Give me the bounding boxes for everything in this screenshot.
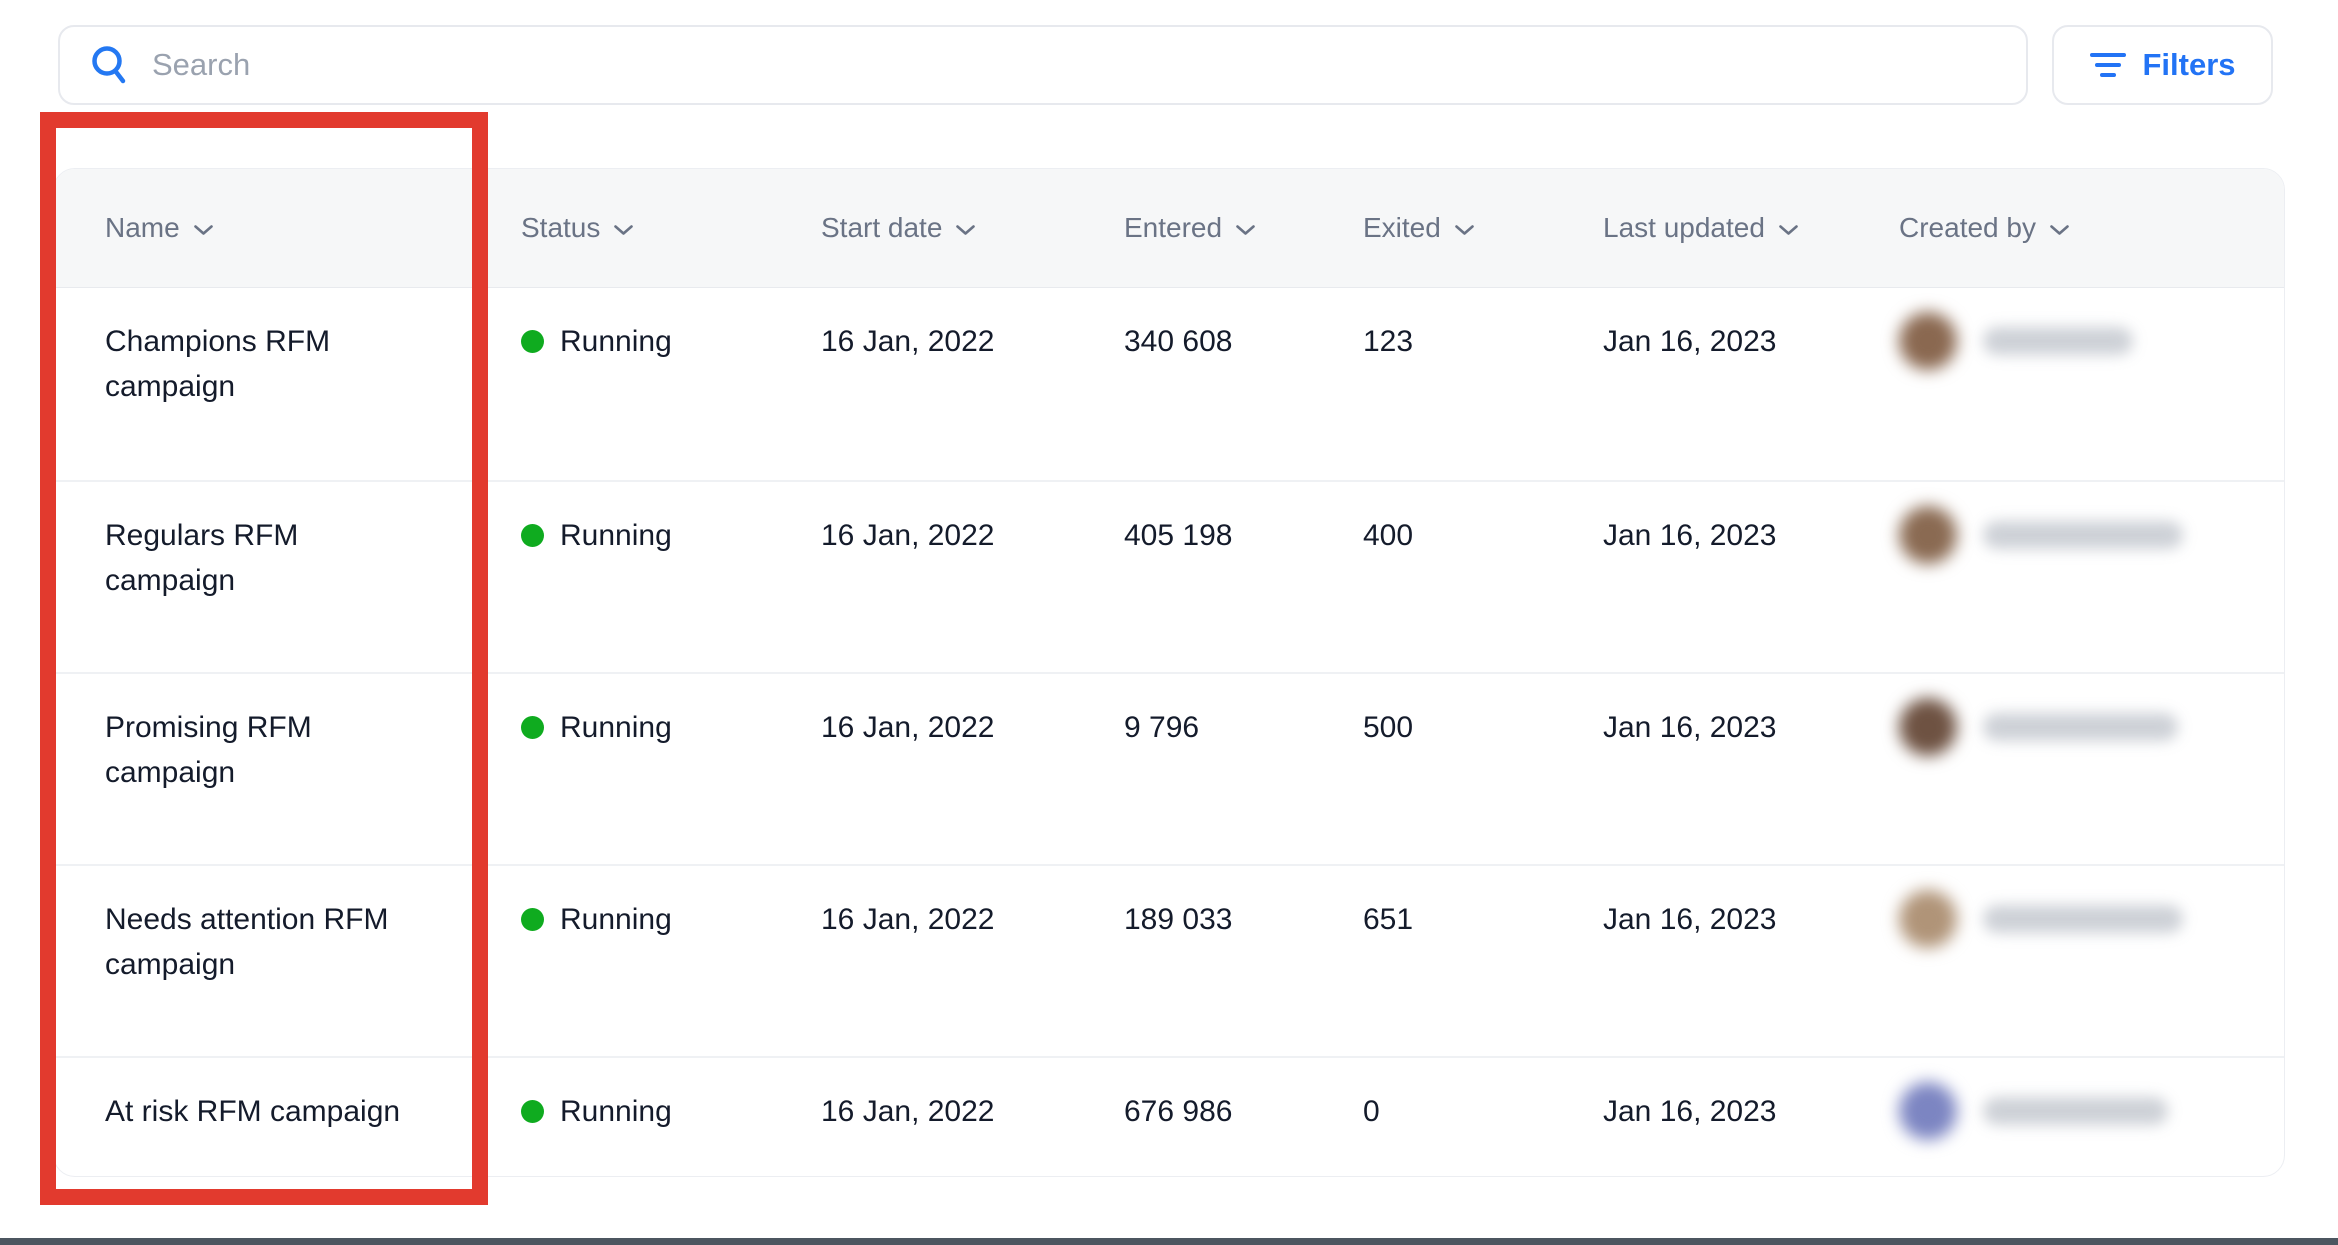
created-by-cell bbox=[1899, 1058, 2248, 1177]
status-cell: Running bbox=[521, 866, 821, 1056]
status-cell: Running bbox=[521, 1058, 821, 1177]
created-by-cell bbox=[1899, 482, 2248, 672]
entered-count: 405 198 bbox=[1124, 513, 1363, 672]
chevron-down-icon bbox=[613, 224, 634, 236]
column-header-exited[interactable]: Exited bbox=[1363, 212, 1603, 244]
avatar bbox=[1899, 1082, 1957, 1140]
chevron-down-icon bbox=[2049, 224, 2070, 236]
status-cell: Running bbox=[521, 288, 821, 480]
entered-count: 9 796 bbox=[1124, 705, 1363, 864]
entered-count: 676 986 bbox=[1124, 1089, 1363, 1177]
table-row[interactable]: Promising RFM campaign Running 16 Jan, 2… bbox=[54, 672, 2284, 864]
start-date: 16 Jan, 2022 bbox=[821, 319, 1124, 480]
exited-count: 123 bbox=[1363, 319, 1603, 480]
creator-name-blurred bbox=[1983, 713, 2178, 741]
status-cell: Running bbox=[521, 482, 821, 672]
column-header-label: Created by bbox=[1899, 212, 2036, 244]
campaign-name: Champions RFM campaign bbox=[105, 319, 415, 480]
column-header-created_by[interactable]: Created by bbox=[1899, 212, 2248, 244]
start-date: 16 Jan, 2022 bbox=[821, 513, 1124, 672]
column-header-label: Exited bbox=[1363, 212, 1441, 244]
search-bar[interactable] bbox=[58, 25, 2028, 105]
creator-name-blurred bbox=[1983, 521, 2183, 549]
chevron-down-icon bbox=[1778, 224, 1799, 236]
creator-name-blurred bbox=[1983, 327, 2133, 355]
start-date: 16 Jan, 2022 bbox=[821, 897, 1124, 1056]
chevron-down-icon bbox=[193, 224, 214, 236]
status-cell: Running bbox=[521, 674, 821, 864]
entered-count: 340 608 bbox=[1124, 319, 1363, 480]
status-label: Running bbox=[560, 319, 672, 364]
created-by-cell bbox=[1899, 866, 2248, 1056]
avatar bbox=[1899, 698, 1957, 756]
campaign-name: Regulars RFM campaign bbox=[105, 513, 415, 672]
status-label: Running bbox=[560, 1089, 672, 1134]
status-label: Running bbox=[560, 513, 672, 558]
status-label: Running bbox=[560, 897, 672, 942]
table-row[interactable]: Needs attention RFM campaign Running 16 … bbox=[54, 864, 2284, 1056]
column-header-status[interactable]: Status bbox=[521, 212, 821, 244]
last-updated-date: Jan 16, 2023 bbox=[1603, 319, 1899, 480]
avatar bbox=[1899, 312, 1957, 370]
status-dot-icon bbox=[521, 524, 544, 547]
last-updated-date: Jan 16, 2023 bbox=[1603, 513, 1899, 672]
campaign-name: Promising RFM campaign bbox=[105, 705, 415, 864]
campaign-name: At risk RFM campaign bbox=[105, 1089, 415, 1177]
column-header-label: Start date bbox=[821, 212, 942, 244]
chevron-down-icon bbox=[1235, 224, 1256, 236]
column-header-name[interactable]: Name bbox=[105, 212, 521, 244]
column-header-start_date[interactable]: Start date bbox=[821, 212, 1124, 244]
status-label: Running bbox=[560, 705, 672, 750]
campaign-name: Needs attention RFM campaign bbox=[105, 897, 415, 1056]
last-updated-date: Jan 16, 2023 bbox=[1603, 1089, 1899, 1177]
column-header-label: Status bbox=[521, 212, 600, 244]
created-by-cell bbox=[1899, 288, 2248, 480]
entered-count: 189 033 bbox=[1124, 897, 1363, 1056]
column-header-last_updated[interactable]: Last updated bbox=[1603, 212, 1899, 244]
created-by-cell bbox=[1899, 674, 2248, 864]
search-icon bbox=[90, 44, 130, 86]
last-updated-date: Jan 16, 2023 bbox=[1603, 705, 1899, 864]
search-input[interactable] bbox=[152, 47, 1996, 83]
table-header-row: Name Status Start date Entered Exited La… bbox=[54, 169, 2284, 288]
exited-count: 651 bbox=[1363, 897, 1603, 1056]
table-row[interactable]: At risk RFM campaign Running 16 Jan, 202… bbox=[54, 1056, 2284, 1177]
exited-count: 500 bbox=[1363, 705, 1603, 864]
last-updated-date: Jan 16, 2023 bbox=[1603, 897, 1899, 1056]
start-date: 16 Jan, 2022 bbox=[821, 705, 1124, 864]
creator-name-blurred bbox=[1983, 905, 2183, 933]
status-dot-icon bbox=[521, 330, 544, 353]
status-dot-icon bbox=[521, 1100, 544, 1123]
campaign-list-page: Filters Name Status Start date Entered E… bbox=[0, 0, 2338, 1245]
status-dot-icon bbox=[521, 908, 544, 931]
filter-icon bbox=[2089, 51, 2127, 79]
exited-count: 0 bbox=[1363, 1089, 1603, 1177]
avatar bbox=[1899, 506, 1957, 564]
filters-button-label: Filters bbox=[2142, 47, 2235, 83]
bottom-edge-bar bbox=[0, 1238, 2338, 1245]
chevron-down-icon bbox=[1454, 224, 1475, 236]
avatar bbox=[1899, 890, 1957, 948]
exited-count: 400 bbox=[1363, 513, 1603, 672]
column-header-label: Last updated bbox=[1603, 212, 1765, 244]
creator-name-blurred bbox=[1983, 1097, 2168, 1125]
chevron-down-icon bbox=[955, 224, 976, 236]
column-header-label: Name bbox=[105, 212, 180, 244]
campaigns-table: Name Status Start date Entered Exited La… bbox=[53, 168, 2285, 1177]
table-row[interactable]: Champions RFM campaign Running 16 Jan, 2… bbox=[54, 288, 2284, 480]
table-body: Champions RFM campaign Running 16 Jan, 2… bbox=[54, 288, 2284, 1177]
column-header-entered[interactable]: Entered bbox=[1124, 212, 1363, 244]
start-date: 16 Jan, 2022 bbox=[821, 1089, 1124, 1177]
table-row[interactable]: Regulars RFM campaign Running 16 Jan, 20… bbox=[54, 480, 2284, 672]
status-dot-icon bbox=[521, 716, 544, 739]
column-header-label: Entered bbox=[1124, 212, 1222, 244]
filters-button[interactable]: Filters bbox=[2052, 25, 2273, 105]
